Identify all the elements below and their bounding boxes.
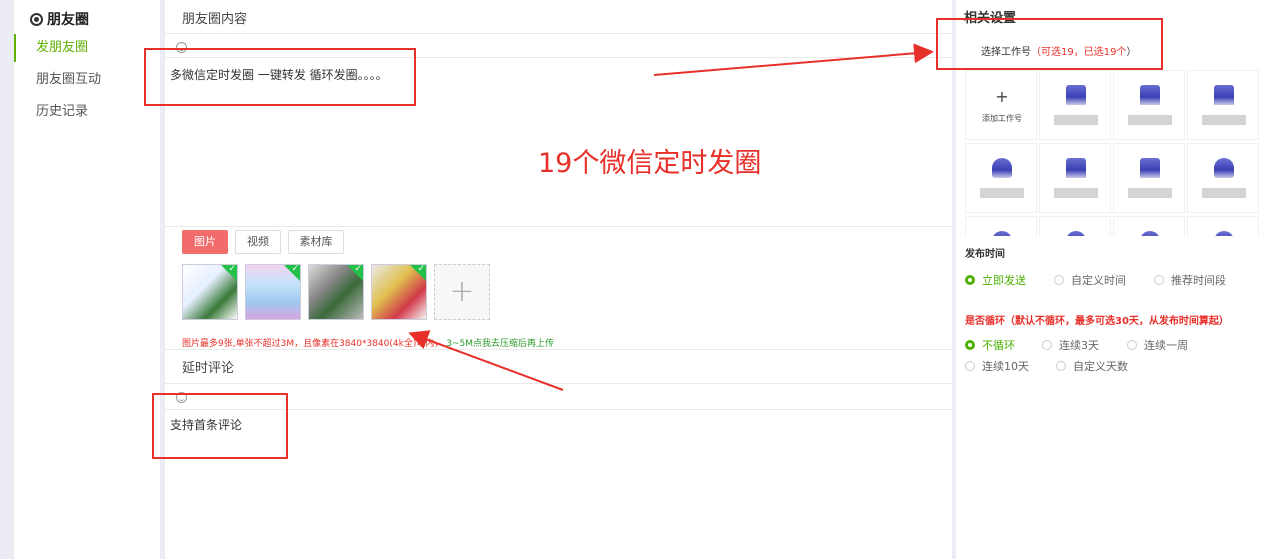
annotation-box-comment — [152, 393, 288, 459]
radio-dot — [965, 340, 975, 350]
sidebar-brand-label: 朋友圈 — [47, 12, 89, 28]
account-name-blurred — [1128, 188, 1172, 198]
radio-label: 自定义天数 — [1073, 360, 1128, 373]
annotation-box-accounts — [936, 18, 1163, 70]
account-card[interactable] — [1113, 143, 1185, 213]
account-name-blurred — [1128, 115, 1172, 125]
radio-dot — [965, 361, 975, 371]
radio-label: 不循环 — [982, 339, 1015, 352]
compress-link[interactable]: 3~5M点我去压缩后再上传 — [446, 339, 554, 349]
account-card[interactable] — [1187, 143, 1259, 213]
radio-dot — [1042, 340, 1052, 350]
account-avatar — [1214, 158, 1234, 178]
radio-dot — [1056, 361, 1066, 371]
account-avatar — [1066, 158, 1086, 178]
add-account-button[interactable]: + 添加工作号 — [965, 70, 1037, 140]
account-name-blurred — [1054, 188, 1098, 198]
selected-check-icon — [347, 265, 363, 281]
delayed-comment-title: 延时评论 — [182, 361, 235, 376]
radio-label: 连续一周 — [1144, 339, 1188, 352]
account-card[interactable] — [1039, 143, 1111, 213]
divider — [165, 349, 952, 350]
radio-label: 推荐时间段 — [1171, 274, 1226, 287]
selected-check-icon — [284, 265, 300, 281]
add-image-button[interactable]: + — [434, 264, 490, 320]
radio-dot — [1154, 275, 1164, 285]
annotation-box-content — [144, 48, 416, 106]
image-upload-hint: 图片最多9张,单张不超过3M，且像素在3840*3840(4k全)以内， 3~5… — [182, 336, 554, 349]
tab-image[interactable]: 图片 — [182, 230, 228, 254]
account-card[interactable] — [1039, 70, 1111, 140]
sidebar-item-post-moments[interactable]: 发朋友圈 — [14, 34, 160, 62]
sidebar-brand: 朋友圈 — [30, 9, 89, 29]
image-hint-text: 图片最多9张,单张不超过3M，且像素在3840*3840(4k全)以内， — [182, 339, 444, 349]
radio-loop-3-days[interactable]: 连续3天 — [1042, 337, 1099, 353]
account-name-blurred — [980, 188, 1024, 198]
account-avatar — [1140, 158, 1160, 178]
selected-check-icon — [221, 265, 237, 281]
image-thumbnail[interactable] — [182, 264, 238, 320]
account-card[interactable] — [1187, 70, 1259, 140]
radio-label: 连续3天 — [1059, 339, 1099, 352]
divider — [165, 383, 952, 384]
add-account-label: 添加工作号 — [982, 114, 1022, 123]
radio-loop-10-days[interactable]: 连续10天 — [965, 358, 1029, 374]
radio-custom-days[interactable]: 自定义天数 — [1056, 358, 1128, 374]
settings-panel: 相关设置 选择工作号（可选19，已选19个） + 添加工作号 发布时间 立即发送… — [956, 0, 1280, 559]
loop-title: 是否循环（默认不循环，最多可选30天，从发布时间算起） — [965, 316, 1229, 327]
image-thumbnail[interactable] — [371, 264, 427, 320]
image-thumbnail[interactable] — [245, 264, 301, 320]
account-card[interactable] — [965, 143, 1037, 213]
radio-custom-time[interactable]: 自定义时间 — [1054, 272, 1126, 288]
plus-icon: + — [995, 87, 1009, 106]
radio-recommended-time[interactable]: 推荐时间段 — [1154, 272, 1226, 288]
left-gutter — [0, 0, 14, 559]
radio-send-now[interactable]: 立即发送 — [965, 272, 1026, 288]
account-avatar — [1140, 85, 1160, 105]
radio-label: 立即发送 — [982, 274, 1026, 287]
sidebar: 朋友圈 发朋友圈 朋友圈互动 历史记录 — [14, 0, 160, 559]
radio-no-loop[interactable]: 不循环 — [965, 337, 1015, 353]
radio-label: 自定义时间 — [1071, 274, 1126, 287]
tab-material-library[interactable]: 素材库 — [288, 230, 344, 254]
radio-label: 连续10天 — [982, 360, 1029, 373]
sidebar-item-moments-interaction[interactable]: 朋友圈互动 — [14, 66, 160, 94]
account-name-blurred — [1202, 115, 1246, 125]
radio-dot — [1054, 275, 1064, 285]
divider — [165, 226, 952, 227]
moments-icon — [30, 12, 43, 26]
account-avatar — [992, 158, 1012, 178]
divider — [165, 33, 952, 34]
sidebar-item-history[interactable]: 历史记录 — [14, 98, 160, 126]
tab-video[interactable]: 视频 — [235, 230, 281, 254]
radio-loop-week[interactable]: 连续一周 — [1127, 337, 1188, 353]
account-name-blurred — [1202, 188, 1246, 198]
overlay-annotation-text: 19个微信定时发圈 — [538, 148, 762, 179]
publish-time-title: 发布时间 — [965, 249, 1005, 260]
image-thumbnail[interactable] — [308, 264, 364, 320]
account-name-blurred — [1054, 115, 1098, 125]
content-section-title: 朋友圈内容 — [182, 12, 248, 27]
radio-dot — [1127, 340, 1137, 350]
selected-check-icon — [410, 265, 426, 281]
account-avatar — [1066, 85, 1086, 105]
radio-dot — [965, 275, 975, 285]
account-card[interactable] — [1113, 70, 1185, 140]
account-avatar — [1214, 85, 1234, 105]
